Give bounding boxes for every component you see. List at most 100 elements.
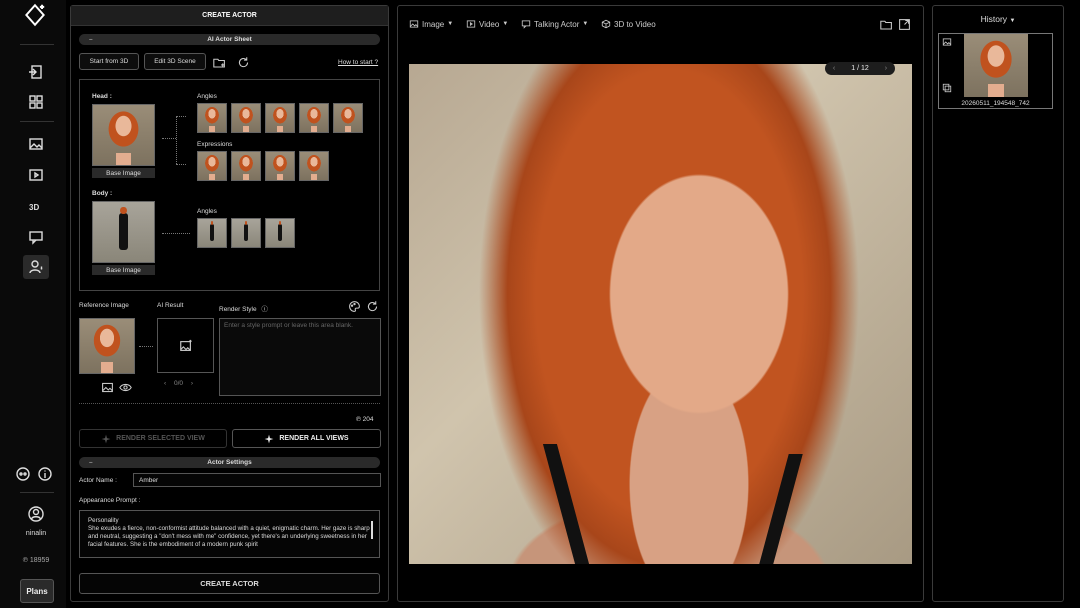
- render-style-input[interactable]: [219, 318, 381, 396]
- prev-arrow[interactable]: ‹: [833, 65, 835, 72]
- import-icon[interactable]: [23, 60, 49, 84]
- credit-coin-icon: ℗: [356, 416, 361, 423]
- credits-value: 18959: [29, 557, 50, 564]
- actor-settings-section[interactable]: – Actor Settings: [79, 457, 380, 468]
- expression-thumb[interactable]: [299, 151, 329, 181]
- render-selected-view-button[interactable]: RENDER SELECTED VIEW: [79, 429, 227, 448]
- tool-image[interactable]: Image ▼: [409, 19, 453, 29]
- create-actor-panel: CREATE ACTOR – AI Actor Sheet Start from…: [70, 5, 389, 602]
- history-item[interactable]: 20260511_194548_742: [938, 33, 1053, 109]
- body-angle-thumb[interactable]: [265, 218, 295, 248]
- reference-image[interactable]: [79, 318, 135, 374]
- video-icon: [466, 20, 476, 28]
- expressions-label: Expressions: [197, 141, 233, 148]
- actor-icon[interactable]: [23, 255, 49, 279]
- expression-thumb[interactable]: [265, 151, 295, 181]
- rail-divider: [20, 121, 54, 122]
- image-generate-icon[interactable]: [23, 132, 49, 156]
- credits-count: ℗ 18959: [0, 557, 72, 564]
- body-angle-thumb[interactable]: [197, 218, 227, 248]
- 3d-icon[interactable]: 3D: [23, 194, 49, 218]
- chat-icon[interactable]: [23, 225, 49, 249]
- connector: [176, 116, 186, 117]
- section-title: AI Actor Sheet: [207, 36, 252, 43]
- style-palette-icon[interactable]: [348, 300, 361, 315]
- next-arrow[interactable]: ›: [885, 65, 887, 72]
- head-angle-thumb[interactable]: [231, 103, 261, 133]
- expand-icon[interactable]: [898, 18, 911, 33]
- help-icon[interactable]: ⓘ: [261, 306, 268, 313]
- connector: [139, 346, 153, 347]
- how-to-start-link[interactable]: How to start ?: [338, 59, 378, 66]
- render-style-text: Render Style: [219, 306, 257, 313]
- plans-button[interactable]: Plans: [20, 579, 54, 603]
- tool-3d-to-video[interactable]: 3D to Video: [601, 19, 656, 29]
- logo-sparkle-icon[interactable]: [22, 2, 50, 28]
- discord-icon[interactable]: [14, 462, 32, 486]
- actor-name-input[interactable]: [133, 473, 381, 487]
- copy-icon[interactable]: [942, 83, 952, 95]
- reference-image-label: Reference Image: [79, 302, 129, 309]
- start-from-3d-button[interactable]: Start from 3D: [79, 53, 139, 70]
- rail-divider: [20, 44, 54, 45]
- connector: [162, 138, 176, 139]
- tool-label: 3D to Video: [614, 19, 656, 29]
- left-rail: 3D ninalin ℗ 18959 Plans: [0, 0, 66, 608]
- ai-actor-sheet-section[interactable]: – AI Actor Sheet: [79, 34, 380, 45]
- user-name: ninalin: [25, 530, 47, 537]
- folder-icon[interactable]: [880, 18, 893, 33]
- viewer-panel: Image ▼ Video ▼ Talking Actor ▼ 3D to Video…: [397, 5, 924, 602]
- prev-arrow[interactable]: ‹: [164, 380, 166, 387]
- history-title[interactable]: History ▼: [933, 14, 1063, 24]
- head-angle-thumb[interactable]: [197, 103, 227, 133]
- body-angles-label: Angles: [197, 208, 217, 215]
- collapse-icon[interactable]: –: [89, 459, 93, 466]
- expression-thumb[interactable]: [231, 151, 261, 181]
- appearance-prompt-label: Appearance Prompt :: [79, 497, 141, 504]
- main-preview-image[interactable]: [409, 64, 912, 564]
- connector: [176, 116, 177, 164]
- create-actor-button[interactable]: CREATE ACTOR: [79, 573, 380, 594]
- ai-result-label: AI Result: [157, 302, 184, 309]
- user-avatar-icon[interactable]: [23, 502, 49, 526]
- body-base-image[interactable]: [92, 201, 155, 263]
- folder-add-icon[interactable]: [213, 56, 226, 71]
- collapse-icon[interactable]: –: [89, 36, 93, 43]
- body-base-caption: Base Image: [92, 265, 155, 275]
- sparkle-icon: [265, 434, 274, 443]
- ai-result-slot[interactable]: [157, 318, 214, 373]
- tool-video[interactable]: Video ▼: [466, 19, 508, 29]
- head-label: Head :: [92, 93, 112, 100]
- expression-thumb[interactable]: [197, 151, 227, 181]
- tool-label: Talking Actor: [534, 19, 580, 29]
- actor-sheet-box: Head : Base Image Angles Expressions Bod…: [79, 79, 380, 291]
- head-angles-label: Angles: [197, 93, 217, 100]
- text-cursor: [371, 521, 373, 539]
- next-arrow[interactable]: ›: [191, 380, 193, 387]
- upload-image-icon[interactable]: [101, 381, 114, 396]
- head-angle-thumb[interactable]: [333, 103, 363, 133]
- pager-value: 1 / 12: [851, 65, 869, 72]
- render-selected-label: RENDER SELECTED VIEW: [116, 435, 205, 442]
- result-pager: ‹ 0/0 ›: [164, 380, 193, 387]
- render-all-views-button[interactable]: RENDER ALL VIEWS: [232, 429, 381, 448]
- grid-icon[interactable]: [23, 90, 49, 114]
- refresh-icon[interactable]: [237, 56, 250, 71]
- body-angle-thumb[interactable]: [231, 218, 261, 248]
- refresh-style-icon[interactable]: [366, 300, 379, 315]
- history-title-text: History: [980, 14, 1008, 24]
- info-icon[interactable]: [36, 462, 54, 486]
- sparkle-icon: [101, 434, 111, 443]
- video-generate-icon[interactable]: [23, 163, 49, 187]
- appearance-prompt-input[interactable]: Personality She exudes a fierce, non-con…: [79, 510, 380, 558]
- head-base-image[interactable]: [92, 104, 155, 166]
- head-angle-thumb[interactable]: [265, 103, 295, 133]
- history-thumbnail[interactable]: [964, 34, 1028, 97]
- svg-text:3D: 3D: [29, 203, 39, 212]
- head-angle-thumb[interactable]: [299, 103, 329, 133]
- tool-talking-actor[interactable]: Talking Actor ▼: [521, 19, 588, 29]
- preview-eye-icon[interactable]: [119, 381, 132, 396]
- body-label: Body :: [92, 190, 113, 197]
- edit-3d-scene-button[interactable]: Edit 3D Scene: [144, 53, 206, 70]
- appearance-text: She exudes a fierce, non-conformist atti…: [88, 525, 370, 548]
